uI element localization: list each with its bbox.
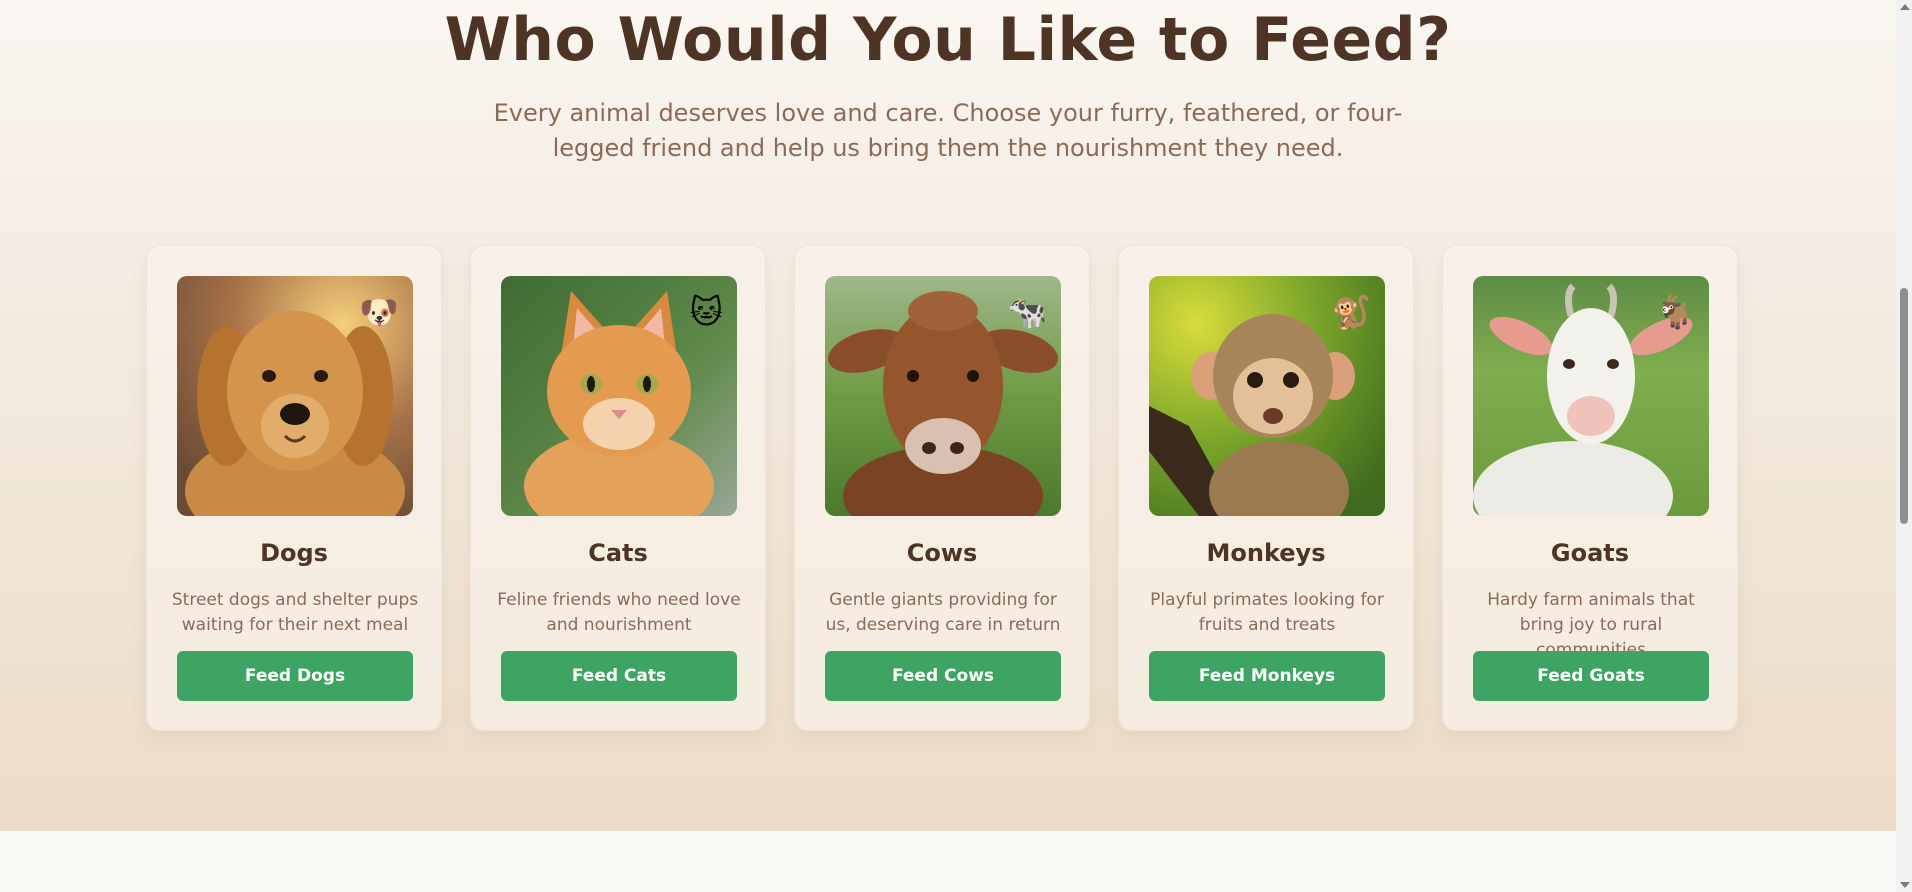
feed-goats-button[interactable]: Feed Goats: [1473, 651, 1709, 701]
vertical-scrollbar[interactable]: [1896, 0, 1912, 892]
animal-card-cows: 🐄 Cows Gentle giants providing for us, d…: [794, 245, 1090, 731]
card-title: Goats: [1550, 539, 1630, 567]
card-title: Dogs: [260, 539, 328, 567]
scroll-up-arrow-icon[interactable]: [1900, 4, 1910, 10]
cat-photo: 🐱: [501, 276, 737, 516]
monkey-photo: 🐒: [1149, 276, 1385, 516]
feed-monkeys-button[interactable]: Feed Monkeys: [1149, 651, 1385, 701]
next-section-background: [0, 831, 1896, 892]
goat-icon: 🐐: [1655, 293, 1695, 331]
card-title: Cows: [906, 539, 978, 567]
feed-cats-button[interactable]: Feed Cats: [501, 651, 737, 701]
cow-photo: 🐄: [825, 276, 1061, 516]
card-title: Cats: [588, 539, 648, 567]
dog-photo: 🐶: [177, 276, 413, 516]
cow-icon: 🐄: [1007, 293, 1047, 331]
feed-cows-button[interactable]: Feed Cows: [825, 651, 1061, 701]
scroll-down-arrow-icon[interactable]: [1900, 882, 1910, 888]
card-description: Street dogs and shelter pups waiting for…: [171, 590, 419, 635]
animal-cards: 🐶 Dogs Street dogs and shelter pups wait…: [146, 245, 1738, 731]
cat-face-icon: 🐱: [689, 293, 723, 331]
section-title: Who Would You Like to Feed?: [444, 5, 1452, 75]
animal-card-cats: 🐱 Cats Feline friends who need love and …: [470, 245, 766, 731]
feed-animals-section: Who Would You Like to Feed? Every animal…: [0, 0, 1896, 831]
monkey-icon: 🐒: [1331, 293, 1371, 331]
card-description: Gentle giants providing for us, deservin…: [825, 590, 1061, 635]
card-description: Feline friends who need love and nourish…: [497, 590, 741, 635]
animal-card-dogs: 🐶 Dogs Street dogs and shelter pups wait…: [146, 245, 442, 731]
scrollbar-thumb[interactable]: [1900, 288, 1908, 524]
animal-card-monkeys: 🐒 Monkeys Playful primates looking for f…: [1118, 245, 1414, 731]
feed-dogs-button[interactable]: Feed Dogs: [177, 651, 413, 701]
card-title: Monkeys: [1206, 539, 1326, 567]
section-subtitle: Every animal deserves love and care. Cho…: [493, 99, 1403, 162]
dog-face-icon: 🐶: [359, 293, 399, 331]
card-description: Playful primates looking for fruits and …: [1150, 590, 1384, 635]
animal-card-goats: 🐐 Goats Hardy farm animals that bring jo…: [1442, 245, 1738, 731]
goat-photo: 🐐: [1473, 276, 1709, 516]
